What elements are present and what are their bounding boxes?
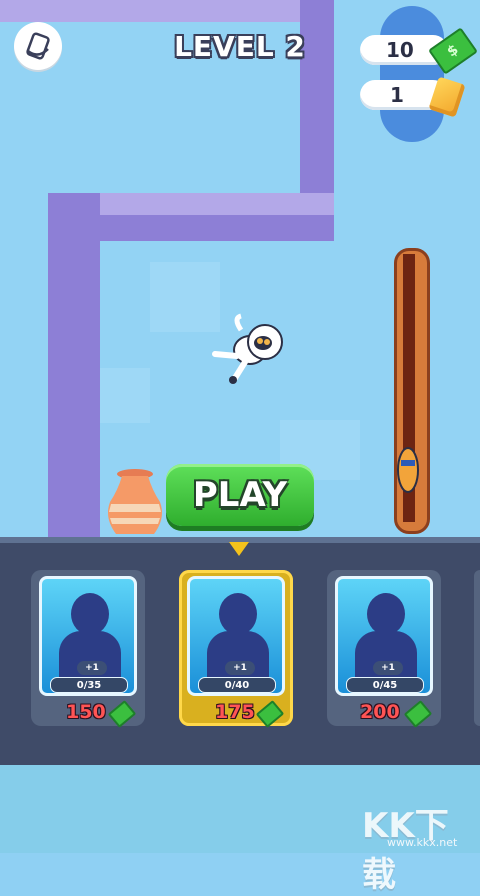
silhouette bbox=[71, 593, 109, 635]
play-button[interactable]: PLAY bbox=[166, 464, 314, 526]
wall-front bbox=[100, 215, 334, 241]
character-card-partial[interactable] bbox=[474, 570, 480, 726]
enemy-character bbox=[397, 447, 419, 493]
character-portrait: +1 0/35 bbox=[39, 576, 137, 696]
cash-mini-icon bbox=[255, 700, 285, 728]
gold-value: 1 bbox=[390, 83, 404, 107]
silhouette bbox=[219, 593, 257, 635]
background-ornament bbox=[380, 6, 444, 142]
watermark-url: www.kkx.net bbox=[387, 836, 458, 849]
ninja-character bbox=[212, 313, 283, 384]
settings-icon bbox=[26, 32, 50, 60]
price-label: 200 bbox=[360, 701, 400, 723]
cash-value: 10 bbox=[386, 38, 414, 62]
character-card-selected[interactable]: +1 0/40 175 bbox=[179, 570, 293, 728]
price-label: 175 bbox=[215, 701, 255, 723]
character-portrait: +1 0/45 bbox=[335, 576, 433, 696]
wall-side bbox=[48, 193, 100, 538]
progress-label: 0/40 bbox=[198, 677, 276, 693]
price-label: 150 bbox=[66, 701, 106, 723]
floor-tile bbox=[95, 368, 150, 423]
progress-label: 0/35 bbox=[50, 677, 128, 693]
plus-badge: +1 bbox=[77, 661, 107, 675]
selected-indicator-arrow bbox=[229, 542, 249, 556]
cash-mini-icon bbox=[403, 700, 433, 728]
vase-prop bbox=[108, 469, 162, 534]
cash-mini-icon bbox=[107, 700, 137, 728]
plus-badge: +1 bbox=[373, 661, 403, 675]
settings-button[interactable] bbox=[14, 22, 62, 70]
plus-badge: +1 bbox=[225, 661, 255, 675]
wall-top bbox=[0, 0, 310, 22]
silhouette bbox=[367, 593, 405, 635]
character-portrait: +1 0/40 bbox=[187, 576, 285, 696]
level-label: LEVEL 2 bbox=[174, 30, 306, 63]
progress-label: 0/45 bbox=[346, 677, 424, 693]
character-card[interactable]: +1 0/45 200 bbox=[327, 570, 441, 728]
character-card[interactable]: +1 0/35 150 bbox=[31, 570, 145, 728]
